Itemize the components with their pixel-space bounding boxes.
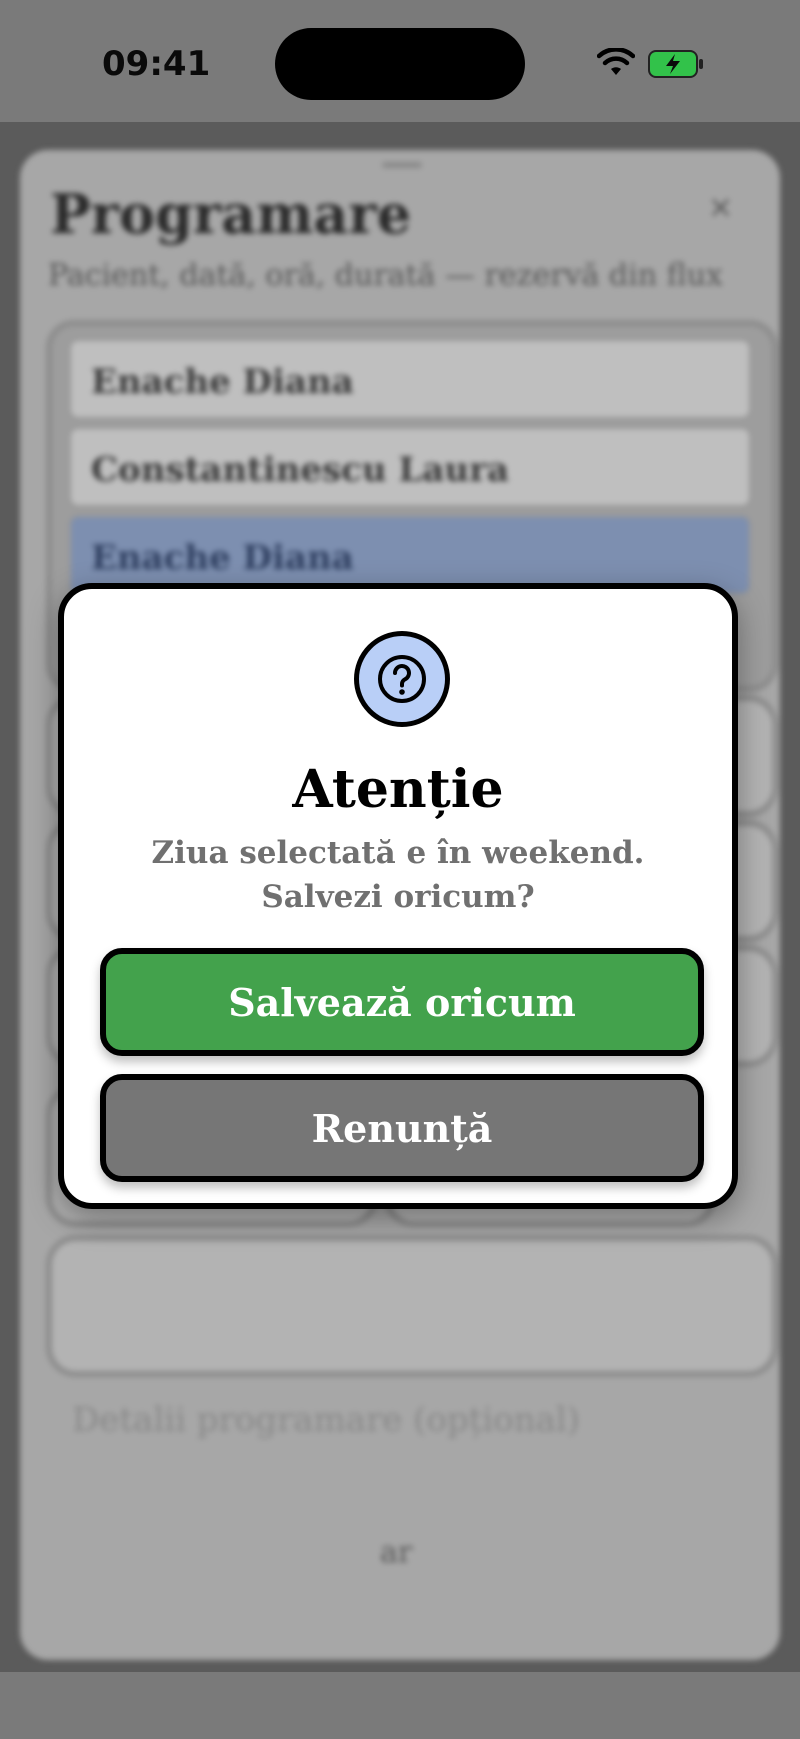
save-anyway-button[interactable]: Salvează oricum [100, 948, 704, 1056]
bottom-band [0, 1672, 800, 1739]
dialog-message: Ziua selectată e în weekend. Salvezi ori… [151, 835, 645, 915]
patient-list-item[interactable]: Constantinescu Laura [68, 426, 752, 508]
sheet-title: Programare [50, 182, 412, 246]
notes-field[interactable] [46, 1235, 778, 1377]
dynamic-island [275, 28, 525, 100]
sheet-footer-text: ar [380, 1535, 413, 1570]
status-bar: 09:41 [0, 0, 800, 122]
close-icon[interactable]: × [708, 190, 733, 225]
cancel-button[interactable]: Renunță [100, 1074, 704, 1182]
battery-charging-icon [648, 50, 704, 82]
sheet-subtitle: Pacient, dată, oră, durată — rezervă din… [48, 258, 723, 293]
wifi-icon [596, 47, 636, 82]
patient-list-item[interactable]: Enache Diana [68, 338, 752, 420]
sheet-handle[interactable] [382, 162, 422, 168]
dialog-title: Atenție [292, 759, 504, 820]
question-circle-icon [354, 631, 450, 727]
weekend-alert-dialog: Atenție Ziua selectată e în weekend. Sal… [58, 583, 738, 1209]
notes-placeholder: Detalii programare (opțional) [72, 1400, 581, 1440]
status-time: 09:41 [102, 44, 211, 84]
